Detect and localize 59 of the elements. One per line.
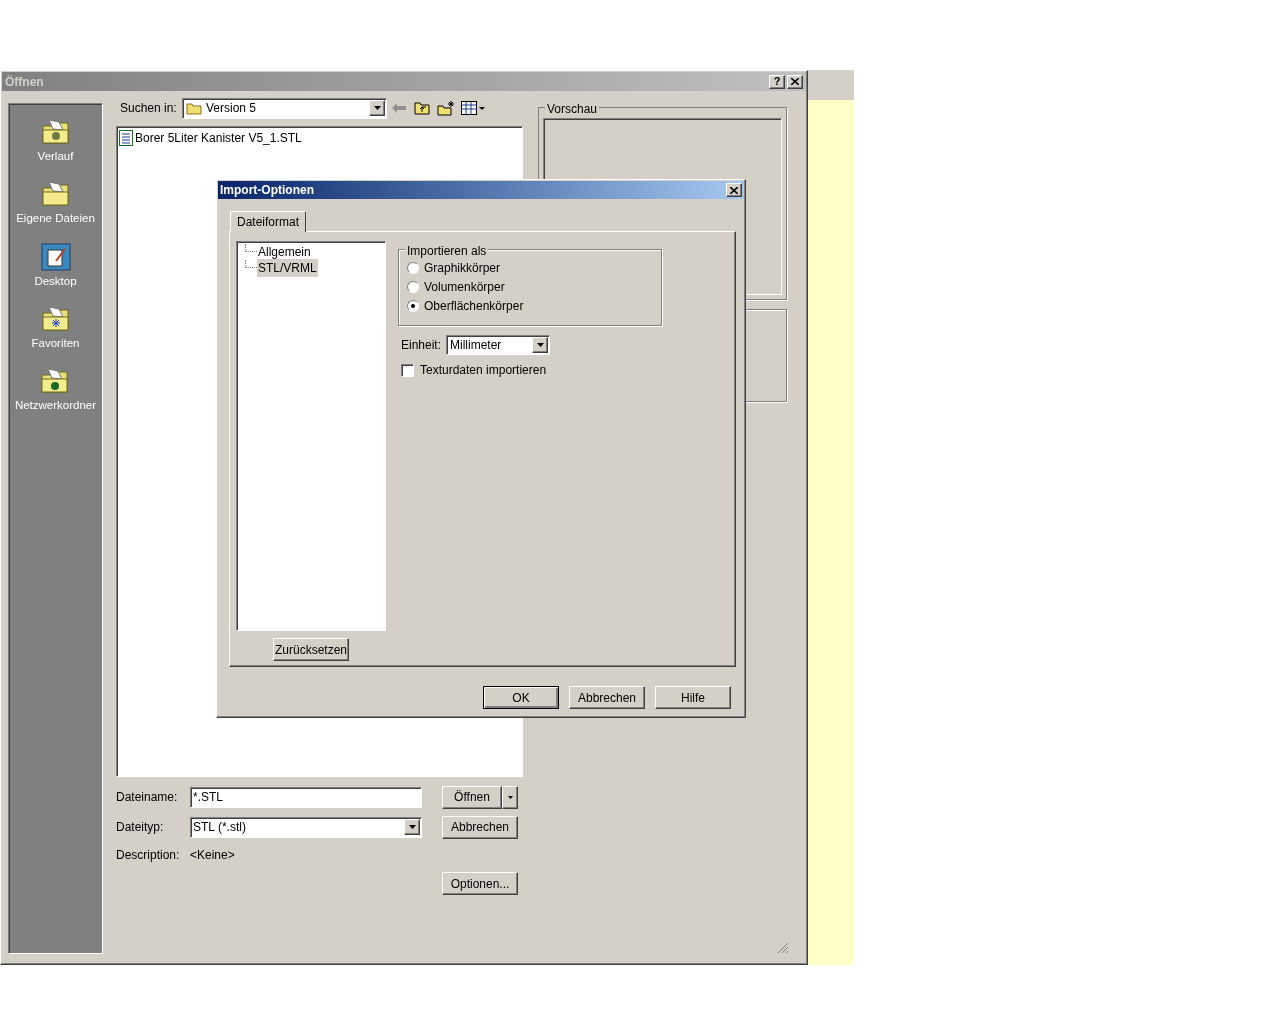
radio-label: Volumenkörper [424, 279, 505, 296]
dialog-button[interactable]: Hilfe [655, 686, 731, 709]
caret-icon [507, 795, 513, 799]
options-button[interactable]: Optionen... [442, 872, 518, 895]
file-type-label: Dateityp: [116, 819, 165, 836]
open-menu-button[interactable] [502, 785, 518, 809]
place-label[interactable]: Verlauf [37, 148, 74, 166]
dialog-button[interactable]: Abbrechen [569, 686, 645, 709]
look-in-label: Suchen in: [120, 100, 178, 117]
radio-label: Graphikkörper [424, 260, 501, 277]
radio-button[interactable] [407, 262, 419, 274]
place-label[interactable]: Desktop [34, 272, 77, 290]
look-in-value: Version 5 [206, 100, 258, 117]
place-label[interactable]: Netzwerkordner [14, 397, 97, 415]
dialog-title: Import-Optionen [220, 182, 315, 199]
help-button[interactable]: ? [769, 74, 785, 89]
close-button[interactable] [787, 74, 803, 89]
description-label: Description: [116, 847, 181, 864]
window-title: Öffnen [5, 73, 45, 91]
document-icon [119, 130, 133, 146]
unit-combo[interactable]: Millimeter [446, 335, 550, 355]
dropdown-button[interactable] [532, 337, 548, 353]
reset-button[interactable]: Zurücksetzen [273, 638, 349, 661]
tree-item[interactable]: Allgemein [257, 243, 312, 261]
look-in-combo[interactable]: Version 5 [182, 97, 387, 119]
open-button[interactable]: Öffnen [442, 785, 502, 809]
checkbox[interactable] [401, 363, 414, 377]
file-name-field[interactable]: *.STL [190, 786, 422, 808]
file-type-combo[interactable]: STL (*.stl) [190, 816, 422, 838]
close-button[interactable] [726, 183, 742, 197]
view-menu-icon[interactable] [461, 101, 485, 115]
close-icon [791, 78, 799, 85]
radio-label: Oberflächenkörper [424, 298, 524, 315]
tree-item[interactable]: STL/VRML [257, 259, 318, 277]
folder-icon [186, 101, 202, 115]
checkbox-label: Texturdaten importieren [420, 362, 547, 379]
cancel-button[interactable]: Abbrechen [442, 815, 518, 839]
place-label[interactable]: Eigene Dateien [16, 210, 95, 228]
new-folder-icon[interactable] [437, 100, 455, 116]
close-icon [730, 186, 738, 194]
file-type-value: STL (*.stl) [193, 819, 247, 836]
resize-grip-icon[interactable] [777, 942, 789, 954]
caret-icon [373, 106, 381, 110]
dropdown-button[interactable] [404, 819, 420, 835]
unit-label: Einheit: [401, 337, 443, 354]
caret-icon [536, 343, 544, 347]
radio-button[interactable] [407, 300, 419, 312]
caret-icon [408, 825, 416, 829]
desktop-icon [39, 240, 72, 273]
folder-up-icon[interactable] [414, 101, 430, 115]
dropdown-button[interactable] [369, 100, 385, 116]
place-label[interactable]: Favoriten [31, 334, 80, 352]
file-item[interactable]: Borer 5Liter Kanister V5_1.STL [119, 129, 520, 147]
description-value: <Keine> [190, 847, 235, 864]
dialog-button[interactable]: OK [483, 686, 559, 709]
unit-value: Millimeter [450, 337, 503, 354]
tab[interactable]: Dateiformat [230, 211, 307, 232]
file-name-label: Dateiname: [116, 789, 179, 806]
radio-button[interactable] [407, 281, 419, 293]
